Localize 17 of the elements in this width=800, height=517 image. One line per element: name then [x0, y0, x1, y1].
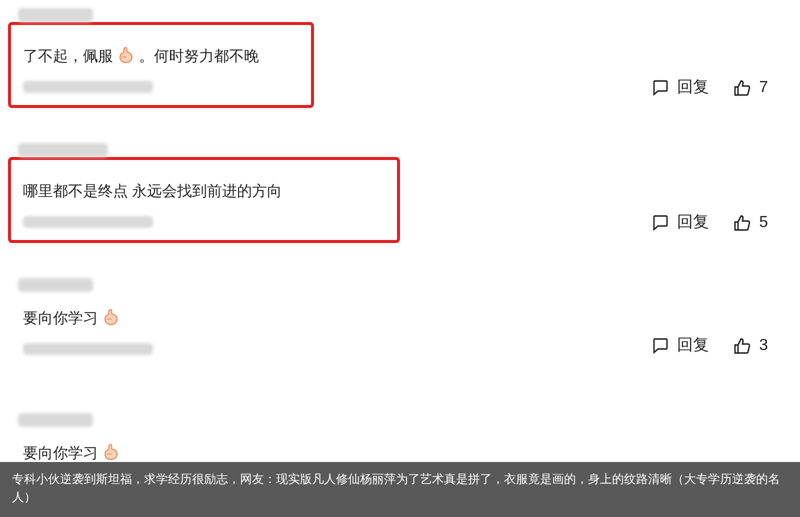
- caption-text: 专科小伙逆袭到斯坦福，求学经历很励志，网友：现实版凡人修仙杨丽萍为了艺术真是拼了，衣服竟是画的，身上的纹路清晰（大专学历逆袭的名人）: [12, 471, 781, 506]
- reply-button[interactable]: 回复: [651, 334, 710, 358]
- thumbs-up-icon: [733, 214, 752, 232]
- thumbs-up-icon: [733, 79, 752, 97]
- comment-text: 要向你学习: [23, 442, 381, 466]
- comment-icon: [651, 214, 670, 232]
- like-button[interactable]: 7: [733, 76, 768, 100]
- comment-icon: [651, 79, 670, 97]
- comment-text: 了不起，佩服 。何时努力都不晚: [23, 45, 260, 67]
- comment-text: 要向你学习: [23, 307, 381, 331]
- thumbs-up-icon: [733, 337, 752, 355]
- comment-icon: [651, 337, 670, 355]
- like-button[interactable]: 3: [733, 334, 768, 358]
- comment-text: 哪里都不是终点 永远会找到前进的方向: [23, 182, 284, 202]
- reply-button[interactable]: 回复: [651, 76, 710, 100]
- reply-button[interactable]: 回复: [651, 211, 710, 235]
- like-button[interactable]: 5: [733, 211, 768, 235]
